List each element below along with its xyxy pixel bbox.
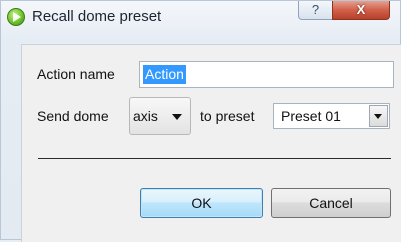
title-bar[interactable]: Recall dome preset ? X <box>1 1 401 37</box>
dialog-window: Recall dome preset ? X Action name Actio… <box>0 0 401 242</box>
help-button[interactable]: ? <box>298 1 333 20</box>
dome-dropdown-button[interactable]: axis <box>129 97 191 135</box>
action-name-selected-text: Action <box>143 65 186 84</box>
preset-select-value: Preset 01 <box>281 108 341 124</box>
close-button[interactable]: X <box>332 1 390 20</box>
dome-dropdown-value: axis <box>133 108 158 124</box>
play-icon <box>7 8 25 26</box>
chevron-down-icon <box>172 114 182 120</box>
preset-dropdown-button[interactable] <box>369 105 388 127</box>
separator <box>38 158 391 159</box>
ok-button[interactable]: OK <box>140 188 263 218</box>
send-dome-label: Send dome <box>37 108 109 124</box>
to-preset-label: to preset <box>200 108 255 124</box>
action-name-label: Action name <box>37 66 115 82</box>
preset-select[interactable]: Preset 01 <box>273 103 390 129</box>
cancel-button[interactable]: Cancel <box>271 188 391 218</box>
chevron-down-icon <box>374 114 382 119</box>
action-name-input[interactable]: Action <box>139 61 394 88</box>
window-title: Recall dome preset <box>32 8 162 25</box>
